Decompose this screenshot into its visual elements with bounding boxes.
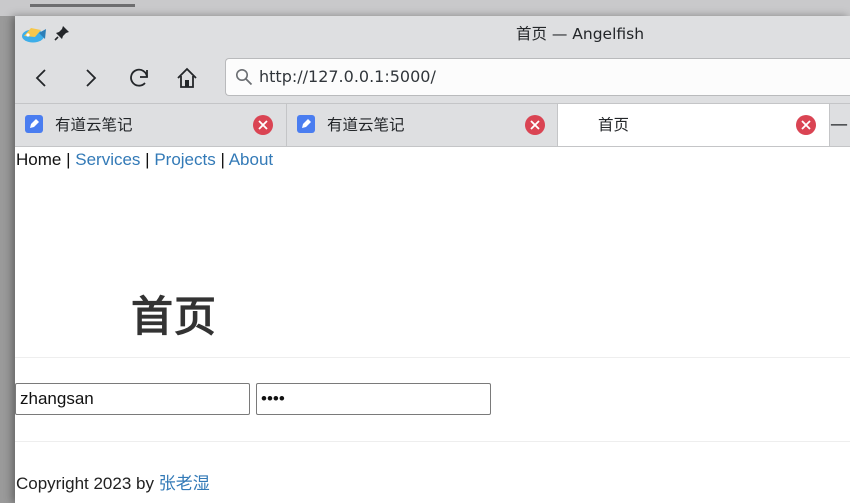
chevron-left-icon [35, 69, 46, 87]
close-icon[interactable] [525, 115, 545, 135]
nav-separator: | [145, 150, 150, 169]
youdao-note-icon [25, 115, 43, 133]
search-icon [235, 68, 253, 86]
back-button[interactable] [27, 63, 57, 93]
desktop-line [30, 4, 135, 7]
youdao-note-icon [297, 115, 315, 133]
forward-button[interactable] [75, 63, 105, 93]
site-nav: Home | Services | Projects | About [16, 150, 273, 170]
home-button[interactable] [172, 63, 202, 93]
reload-button[interactable] [124, 63, 154, 93]
tab-label: 首页 [598, 116, 630, 134]
page-heading: 首页 [131, 293, 218, 340]
browser-window: 首页 — Angelfish http://127.0.0.1:5000/ 有道… [15, 16, 850, 503]
chevron-right-icon [86, 69, 97, 87]
username-input[interactable] [15, 383, 250, 415]
new-tab-button[interactable]: — [830, 104, 850, 146]
tab-label: 有道云笔记 [327, 116, 405, 134]
divider [15, 357, 850, 358]
web-page: Home | Services | Projects | About 首页 Co… [15, 147, 850, 503]
close-icon[interactable] [796, 115, 816, 135]
nav-home: Home [16, 150, 62, 169]
author-link[interactable]: 张老湿 [159, 474, 210, 493]
nav-projects-link[interactable]: Projects [154, 150, 215, 169]
nav-services-link[interactable]: Services [75, 150, 140, 169]
close-icon[interactable] [253, 115, 273, 135]
title-bar: 首页 — Angelfish [15, 16, 850, 52]
password-input[interactable] [256, 383, 491, 415]
tab-bar: 有道云笔记 有道云笔记 首页 — [15, 103, 850, 147]
home-icon [177, 67, 197, 88]
footer: Copyright 2023 by 张老湿 [16, 469, 210, 494]
tab-home-active[interactable]: 首页 [558, 104, 830, 146]
nav-separator: | [220, 150, 225, 169]
url-bar[interactable]: http://127.0.0.1:5000/ [225, 58, 850, 96]
nav-about-link[interactable]: About [229, 150, 273, 169]
tab-youdao-2[interactable]: 有道云笔记 [287, 104, 558, 146]
url-text: http://127.0.0.1:5000/ [259, 67, 436, 86]
tab-label: 有道云笔记 [55, 116, 133, 134]
tab-youdao-1[interactable]: 有道云笔记 [15, 104, 287, 146]
desktop-background [0, 0, 850, 16]
window-title: 首页 — Angelfish [515, 25, 645, 43]
divider [15, 441, 850, 442]
footer-text: Copyright 2023 by [16, 474, 159, 493]
nav-separator: | [66, 150, 71, 169]
reload-icon [130, 68, 148, 87]
navigation-toolbar: http://127.0.0.1:5000/ [15, 52, 850, 103]
